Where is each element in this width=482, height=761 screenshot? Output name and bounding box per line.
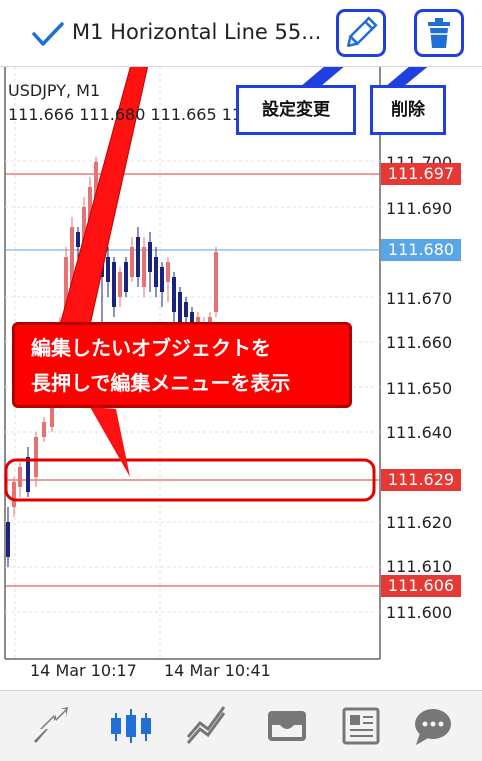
top-bar: M1 Horizontal Line 55... xyxy=(0,0,482,67)
price-axis-label: 111.610 xyxy=(386,557,453,576)
price-axis-label: 111.660 xyxy=(386,333,453,352)
candle-body xyxy=(76,232,80,247)
price-tag-line3: 111.606 xyxy=(381,575,461,597)
history-icon[interactable] xyxy=(180,699,234,753)
price-axis-label: 111.620 xyxy=(386,513,453,532)
candle-body xyxy=(184,302,188,317)
hint-line-1: 編集したいオブジェクトを xyxy=(31,336,271,360)
price-axis-label: 111.640 xyxy=(386,423,453,442)
candle-body xyxy=(6,522,10,557)
candle-body xyxy=(112,262,116,307)
candle-body xyxy=(214,252,218,312)
candle-body xyxy=(154,257,158,287)
bottom-nav xyxy=(0,690,482,761)
candle-body xyxy=(142,247,146,287)
price-axis-label: 111.600 xyxy=(386,603,453,622)
price-tag-line2: 111.629 xyxy=(381,469,461,491)
candle-body xyxy=(18,467,22,487)
candle-body xyxy=(34,437,38,477)
delete-callout: 削除 xyxy=(370,85,446,135)
candle-body xyxy=(148,242,152,272)
chat-icon[interactable] xyxy=(406,699,460,753)
candle-body xyxy=(118,272,122,297)
price-axis-label: 111.670 xyxy=(386,289,453,308)
hint-line-2: 長押しで編集メニューを表示 xyxy=(31,371,291,395)
object-title: M1 Horizontal Line 55... xyxy=(72,20,322,44)
candle-body xyxy=(172,277,176,312)
chart-icon[interactable] xyxy=(104,699,158,753)
delete-button[interactable] xyxy=(414,9,464,57)
price-tag-current: 111.680 xyxy=(381,239,461,261)
candle-body xyxy=(160,267,164,292)
price-axis-label: 111.650 xyxy=(386,379,453,398)
candle-body xyxy=(124,262,128,292)
candle-body xyxy=(130,247,134,277)
candle-body xyxy=(42,422,46,437)
edit-callout: 設定変更 xyxy=(236,85,356,135)
mailbox-icon[interactable] xyxy=(260,699,314,753)
candle-body xyxy=(106,257,110,282)
checkmark-icon[interactable] xyxy=(30,20,70,50)
candle-body xyxy=(26,457,30,492)
price-tag-line1: 111.697 xyxy=(381,163,461,185)
news-icon[interactable] xyxy=(334,699,388,753)
trade-icon[interactable] xyxy=(24,699,78,753)
candle-body xyxy=(136,237,140,277)
candle-body xyxy=(12,482,16,507)
time-label: 14 Mar 10:41 xyxy=(164,661,271,680)
hint-annotation: 編集したいオブジェクトを 長押しで編集メニューを表示 xyxy=(12,322,352,408)
time-label: 14 Mar 10:17 xyxy=(30,661,137,680)
candle-body xyxy=(166,262,170,282)
price-axis-label: 111.690 xyxy=(386,199,453,218)
candle-body xyxy=(178,292,182,322)
symbol-label: USDJPY, M1 xyxy=(8,81,101,100)
edit-button[interactable] xyxy=(336,9,386,57)
